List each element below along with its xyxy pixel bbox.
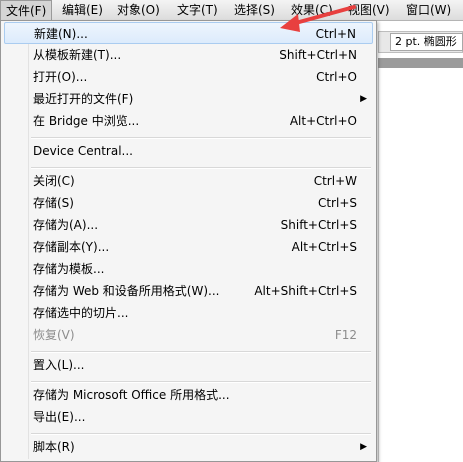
menu-separator <box>31 351 371 353</box>
menu-item-browse-in-bridge[interactable]: 在 Bridge 中浏览... Alt+Ctrl+O <box>4 110 373 132</box>
menu-item-label: 存储为 Microsoft Office 所用格式... <box>33 388 230 402</box>
menu-item-label: 导出(E)... <box>33 410 86 424</box>
menu-item-export[interactable]: 导出(E)... <box>4 406 373 428</box>
menu-item-device-central[interactable]: Device Central... <box>4 140 373 162</box>
menu-type[interactable]: 文字(T) <box>172 0 223 20</box>
menu-item-shortcut: Alt+Ctrl+O <box>289 114 357 128</box>
menu-item-label: 存储为 Web 和设备所用格式(W)... <box>33 284 220 298</box>
submenu-arrow-icon: ▶ <box>360 94 367 104</box>
menu-bar: 文件(F) 编辑(E) 对象(O) 文字(T) 选择(S) 效果(C) 视图(V… <box>0 0 463 21</box>
menu-item-save-selected-slices[interactable]: 存储选中的切片... <box>4 302 373 324</box>
menu-item-save-copy[interactable]: 存储副本(Y)... Alt+Ctrl+S <box>4 236 373 258</box>
menu-item-label: 脚本(R) <box>33 440 75 454</box>
menu-item-label: 在 Bridge 中浏览... <box>33 114 140 128</box>
document-tab-strip <box>378 58 463 68</box>
annotation-arrow-icon <box>280 5 356 32</box>
menu-item-label: 存储(S) <box>33 196 74 210</box>
menu-separator <box>31 381 371 383</box>
menu-item-label: 存储为(A)... <box>33 218 99 232</box>
menu-item-new-from-template[interactable]: 从模板新建(T)... Shift+Ctrl+N <box>4 44 373 66</box>
stroke-style-field[interactable]: 2 pt. 椭圆形 <box>390 33 463 51</box>
menu-item-label: 最近打开的文件(F) <box>33 92 134 106</box>
document-canvas[interactable] <box>378 68 463 462</box>
menu-item-label: 存储选中的切片... <box>33 306 129 320</box>
menu-item-label: 置入(L)... <box>33 358 85 372</box>
menu-item-label: 打开(O)... <box>33 70 88 84</box>
menu-item-close[interactable]: 关闭(C) Ctrl+W <box>4 170 373 192</box>
menu-separator <box>31 137 371 139</box>
menu-window[interactable]: 窗口(W) <box>401 0 456 20</box>
menu-item-label: 从模板新建(T)... <box>33 48 122 62</box>
menu-item-label: 关闭(C) <box>33 174 75 188</box>
menu-item-shortcut: Ctrl+S <box>317 196 357 210</box>
menu-item-place[interactable]: 置入(L)... <box>4 354 373 376</box>
menu-item-shortcut: Shift+Ctrl+S <box>280 218 357 232</box>
menu-item-save-ms-office[interactable]: 存储为 Microsoft Office 所用格式... <box>4 384 373 406</box>
menu-item-save-as-template[interactable]: 存储为模板... <box>4 258 373 280</box>
menu-select[interactable]: 选择(S) <box>229 0 280 20</box>
submenu-arrow-icon: ▶ <box>360 442 367 452</box>
file-menu-dropdown: 新建(N)... Ctrl+N 从模板新建(T)... Shift+Ctrl+N… <box>0 20 377 462</box>
menu-item-label: 新建(N)... <box>34 27 88 41</box>
menu-item-save-as[interactable]: 存储为(A)... Shift+Ctrl+S <box>4 214 373 236</box>
menu-item-save[interactable]: 存储(S) Ctrl+S <box>4 192 373 214</box>
menu-file[interactable]: 文件(F) <box>0 0 53 20</box>
menu-item-label: 存储为模板... <box>33 262 105 276</box>
menu-separator <box>31 167 371 169</box>
menu-item-open[interactable]: 打开(O)... Ctrl+O <box>4 66 373 88</box>
menu-item-save-for-web[interactable]: 存储为 Web 和设备所用格式(W)... Alt+Shift+Ctrl+S <box>4 280 373 302</box>
stroke-style-text: 2 pt. 椭圆形 <box>395 35 457 48</box>
menu-item-revert[interactable]: 恢复(V) F12 <box>4 324 373 346</box>
menu-item-recent-files[interactable]: 最近打开的文件(F) ▶ <box>4 88 373 110</box>
menu-item-label: 恢复(V) <box>33 328 75 342</box>
menu-item-shortcut: Alt+Ctrl+S <box>291 240 357 254</box>
menu-item-shortcut: Ctrl+W <box>313 174 357 188</box>
menu-item-shortcut: Shift+Ctrl+N <box>279 48 357 62</box>
menu-item-shortcut: F12 <box>334 328 357 342</box>
menu-item-scripts[interactable]: 脚本(R) ▶ <box>4 436 373 458</box>
menu-item-label: 存储副本(Y)... <box>33 240 110 254</box>
menu-item-shortcut: Alt+Shift+Ctrl+S <box>254 284 357 298</box>
menu-object[interactable]: 对象(O) <box>112 0 165 20</box>
menu-separator <box>31 433 371 435</box>
menu-edit[interactable]: 编辑(E) <box>57 0 108 20</box>
menu-item-shortcut: Ctrl+O <box>316 70 357 84</box>
menu-item-label: Device Central... <box>33 144 133 158</box>
